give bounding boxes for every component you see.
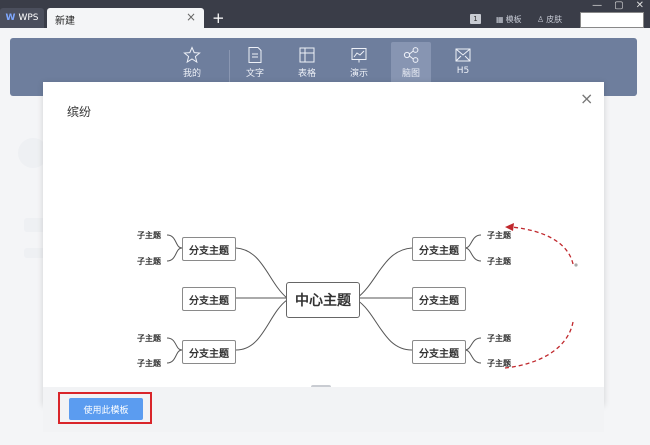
guide-arrow-lower xyxy=(504,321,574,369)
template-icon: ▦ xyxy=(496,15,504,24)
mindmap-branch-topic: 分支主题 xyxy=(412,340,466,364)
account-box[interactable] xyxy=(580,12,644,28)
notification-badge[interactable]: 1 xyxy=(470,14,481,24)
skin-label: 皮肤 xyxy=(546,15,563,24)
guide-arrow-upper xyxy=(510,226,574,265)
highlight-box xyxy=(58,392,152,424)
shirt-icon: ♙ xyxy=(537,15,545,24)
document-icon xyxy=(248,47,262,63)
tab-mindmap-label: 脑图 xyxy=(401,69,420,79)
wps-home-label: WPS xyxy=(18,13,39,23)
tab-new[interactable]: 新建 × xyxy=(47,8,204,28)
title-bar: W WPS 新建 × + 1 ▦ 模板 ♙ 皮肤 — ▢ ✕ xyxy=(0,0,650,28)
table-icon xyxy=(299,47,315,63)
mindmap-subtopic: 子主题 xyxy=(487,359,511,368)
mindmap-branch-topic: 分支主题 xyxy=(412,237,466,261)
h5-icon xyxy=(455,48,471,62)
template-preview-dialog: 缤纷 × 中心主题 分支主题 分支主题 分支主题 分支主题 分支主题 分支主题 … xyxy=(43,82,604,405)
tab-mine-label: 我的 xyxy=(182,69,201,79)
skin-menu[interactable]: ♙ 皮肤 xyxy=(537,14,562,25)
star-icon xyxy=(183,46,201,64)
tab-new-label: 新建 xyxy=(55,16,75,27)
toolbar-divider xyxy=(229,50,230,84)
new-tab-icon[interactable]: + xyxy=(212,8,225,28)
maximize-icon[interactable]: ▢ xyxy=(614,0,623,11)
mindmap-subtopic: 子主题 xyxy=(487,231,511,240)
mindmap-branch-topic: 分支主题 xyxy=(412,287,466,311)
mindmap-branch-topic: 分支主题 xyxy=(182,340,236,364)
mindmap-subtopic: 子主题 xyxy=(137,334,161,343)
mindmap-subtopic: 子主题 xyxy=(137,359,161,368)
mindmap-subtopic: 子主题 xyxy=(487,334,511,343)
presentation-icon xyxy=(351,48,367,63)
mindmap-center-topic: 中心主题 xyxy=(286,282,360,318)
mindmap-subtopic: 子主题 xyxy=(137,257,161,266)
minimize-icon[interactable]: — xyxy=(592,0,602,11)
template-menu[interactable]: ▦ 模板 xyxy=(496,14,522,25)
tab-writer-label: 文字 xyxy=(245,69,264,79)
tab-spreadsheet-label: 表格 xyxy=(297,69,316,79)
mindmap-connectors xyxy=(166,223,578,369)
wps-home-tab[interactable]: W WPS xyxy=(0,8,44,28)
window-controls: — ▢ ✕ xyxy=(592,0,644,11)
pager-dot[interactable] xyxy=(574,263,578,267)
tab-h5-label: H5 xyxy=(456,66,470,76)
close-window-icon[interactable]: ✕ xyxy=(636,0,644,11)
tab-presentation-label: 演示 xyxy=(349,69,368,79)
mindmap-icon xyxy=(403,47,419,63)
mindmap-branch-topic: 分支主题 xyxy=(182,237,236,261)
mindmap-subtopic: 子主题 xyxy=(137,231,161,240)
tab-close-icon[interactable]: × xyxy=(186,10,196,24)
mindmap-subtopic: 子主题 xyxy=(487,257,511,266)
wps-logo-icon: W xyxy=(5,13,16,23)
mindmap-branch-topic: 分支主题 xyxy=(182,287,236,311)
template-label: 模板 xyxy=(505,15,522,24)
